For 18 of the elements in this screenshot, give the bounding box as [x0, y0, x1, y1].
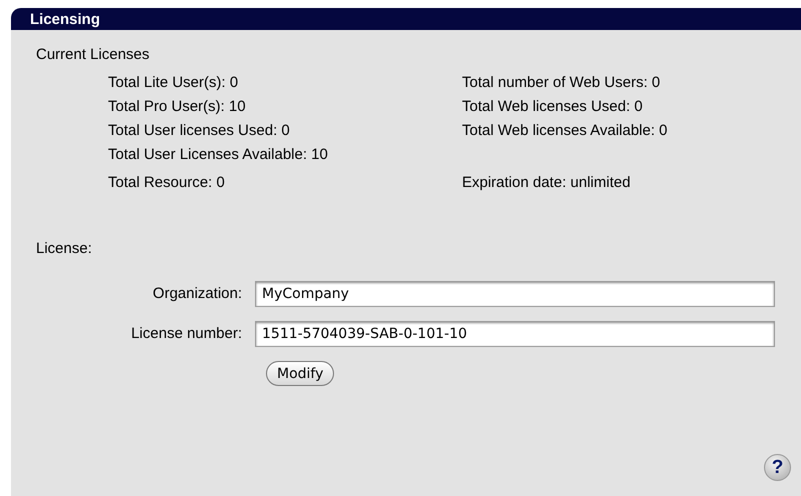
- license-stat: Total number of Web Users: 0: [462, 73, 662, 93]
- license-stat: Total Web licenses Used: 0: [462, 97, 644, 117]
- panel-title: Licensing: [30, 12, 100, 26]
- license-stat: Total Lite User(s): 0: [108, 73, 240, 93]
- license-stat: Total User Licenses Available: 10: [108, 145, 329, 165]
- license-stat: Total Resource: 0: [108, 173, 226, 193]
- license-stat: Expiration date: unlimited: [462, 173, 632, 193]
- license-stat: Total User licenses Used: 0: [108, 121, 291, 141]
- text-field[interactable]: MyCompany: [255, 281, 775, 307]
- field-label: License number:: [130, 324, 243, 344]
- section-heading: License:: [36, 239, 93, 259]
- modify-button[interactable]: Modify: [266, 361, 334, 386]
- license-stat: Total Web licenses Available: 0: [462, 121, 668, 141]
- field-label: Organization:: [152, 284, 243, 304]
- text-field[interactable]: 1511-5704039-SAB-0-101-10: [255, 321, 775, 347]
- license-stat: Total Pro User(s): 10: [108, 97, 247, 117]
- section-heading: Current Licenses: [36, 45, 150, 65]
- help-button[interactable]: ?: [764, 454, 791, 481]
